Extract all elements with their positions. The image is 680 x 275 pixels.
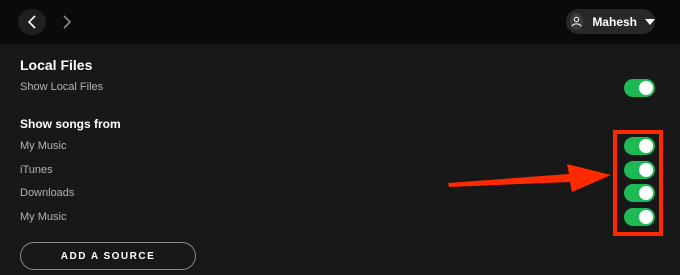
source-toggle-my-music[interactable] — [624, 137, 655, 155]
settings-panel: Local Files Show Local Files Show songs … — [0, 44, 680, 275]
source-toggle-itunes[interactable] — [624, 161, 655, 179]
toggle-knob — [639, 186, 653, 200]
source-toggle-my-music-2[interactable] — [624, 208, 655, 226]
toggle-knob — [639, 163, 653, 177]
add-a-source-button[interactable]: ADD A SOURCE — [20, 242, 196, 270]
source-label-my-music: My Music — [20, 140, 67, 152]
local-files-heading: Local Files — [20, 57, 93, 73]
user-menu-button[interactable]: Mahesh — [566, 9, 655, 34]
source-toggle-downloads[interactable] — [624, 184, 655, 202]
user-icon — [570, 13, 584, 30]
source-label-downloads: Downloads — [20, 187, 75, 199]
back-button[interactable] — [18, 9, 46, 35]
show-local-files-label: Show Local Files — [20, 81, 104, 93]
top-bar: Mahesh — [0, 0, 680, 44]
toggle-knob — [639, 210, 653, 224]
chevron-left-icon — [27, 15, 36, 29]
toggle-knob — [639, 81, 653, 95]
toggle-knob — [639, 139, 653, 153]
show-songs-from-heading: Show songs from — [20, 117, 121, 131]
source-label-my-music-2: My Music — [20, 211, 67, 223]
caret-down-icon — [645, 18, 655, 25]
user-name: Mahesh — [592, 14, 637, 29]
source-label-itunes: iTunes — [20, 164, 53, 176]
annotation-arrow-icon — [448, 164, 611, 192]
show-local-files-toggle[interactable] — [624, 79, 655, 97]
forward-button[interactable] — [53, 9, 81, 35]
chevron-right-icon — [63, 15, 72, 29]
